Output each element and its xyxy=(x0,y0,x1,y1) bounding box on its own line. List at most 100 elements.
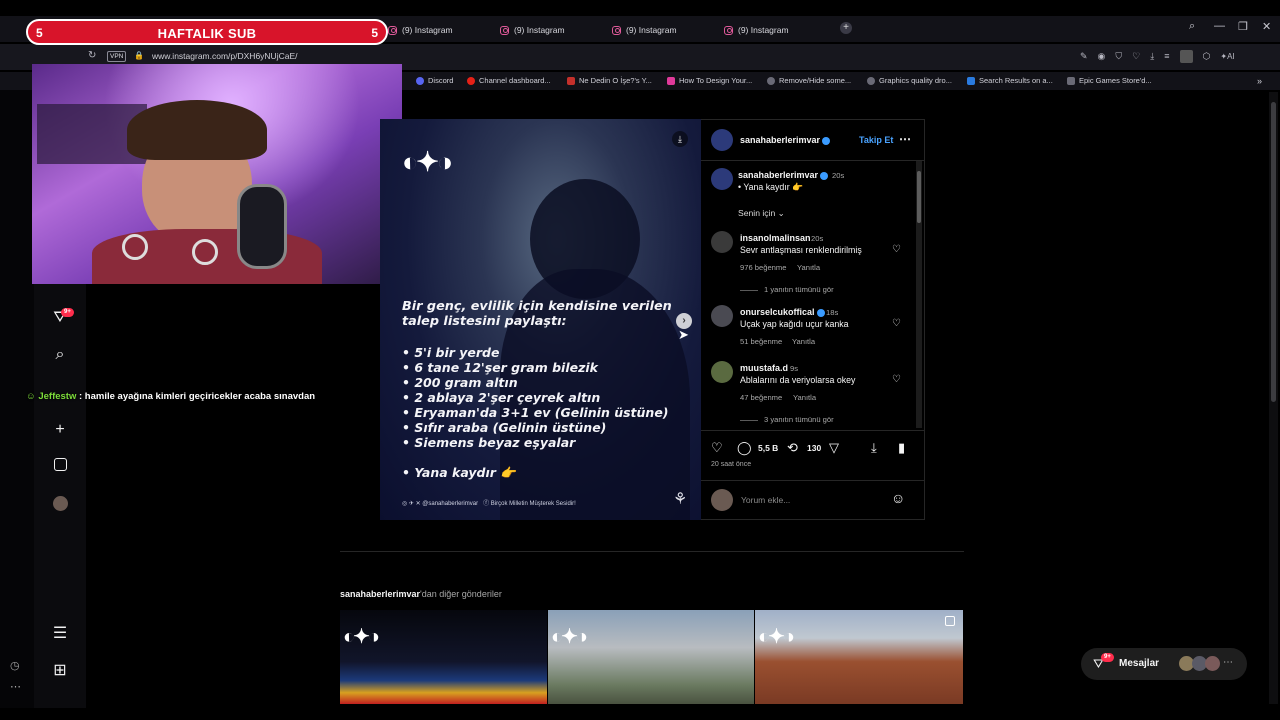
like-comment-icon[interactable]: ♡ xyxy=(892,374,901,385)
account-avatar[interactable] xyxy=(711,129,733,151)
reply-button[interactable]: Yanıtla xyxy=(793,393,816,402)
chevron-down-icon: ⌄ xyxy=(777,208,785,218)
shield-icon[interactable]: ⛉ xyxy=(1115,51,1122,62)
reload-icon[interactable]: ↻ xyxy=(88,50,96,61)
youtube-icon xyxy=(467,76,475,85)
download-icon[interactable]: ⤓ xyxy=(1150,51,1154,62)
more-options-icon[interactable]: ⋯ xyxy=(10,680,21,693)
comment-user[interactable]: insanolmalinsan xyxy=(740,233,811,243)
more-conversations-icon: ⋯ xyxy=(1223,657,1233,668)
bookmark-channel-dashboard[interactable]: Channel dashboard... xyxy=(467,76,551,85)
comment-icon[interactable]: ◯ xyxy=(737,440,752,456)
ai-button[interactable]: ✦AI xyxy=(1220,52,1234,61)
bookmarks-overflow-icon[interactable]: » xyxy=(1257,76,1262,86)
bookmark-ne-dedin[interactable]: Ne Dedin O İşe?'s Y... xyxy=(567,76,652,85)
tab-instagram-2[interactable]: (9) Instagram xyxy=(494,19,571,41)
vpn-badge[interactable]: VPN xyxy=(107,51,127,62)
tab-instagram-4[interactable]: (9) Instagram xyxy=(718,19,795,41)
reply-button[interactable]: Yanıtla xyxy=(797,263,820,272)
messages-badge: 9+ xyxy=(1101,653,1114,662)
view-replies[interactable]: 1 yanıtın tümünü gör xyxy=(740,285,834,294)
bookmark-remove-hide[interactable]: Remove/Hide some... xyxy=(767,76,851,85)
minimize-button[interactable]: — xyxy=(1214,20,1225,32)
comment-avatar[interactable] xyxy=(711,231,733,253)
headphones xyxy=(192,239,218,265)
repost-icon[interactable]: ⟲ xyxy=(787,440,798,456)
close-window-button[interactable]: ✕ xyxy=(1262,20,1271,33)
sub-goal-right: 5 xyxy=(371,26,378,40)
account-name[interactable]: sanahaberlerimvar xyxy=(740,135,831,145)
globe-icon xyxy=(867,76,875,85)
emoji-icon[interactable]: ☺ xyxy=(891,490,905,506)
heart-icon[interactable]: ♡ xyxy=(1132,51,1140,62)
view-replies[interactable]: 3 yanıtın tümünü gör xyxy=(740,415,834,424)
bookmark-graphics-quality[interactable]: Graphics quality dro... xyxy=(867,76,952,85)
caption-avatar[interactable] xyxy=(711,168,733,190)
history-icon[interactable]: ◷ xyxy=(10,659,20,672)
edit-icon[interactable]: ✎ xyxy=(1080,51,1088,62)
comment-count: 5,5 B xyxy=(758,443,779,453)
apps-icon[interactable]: ⊞ xyxy=(51,662,69,680)
emblem-icon: ⚘ xyxy=(673,491,688,508)
conversation-avatar xyxy=(1205,656,1220,671)
more-menu-icon[interactable]: ☰ xyxy=(51,625,69,643)
restore-button[interactable]: ❐ xyxy=(1238,20,1248,33)
microphone xyxy=(237,184,287,269)
news-logo: ◐✦◑ xyxy=(551,626,588,648)
like-comment-icon[interactable]: ♡ xyxy=(892,244,901,255)
post-thumbnail[interactable]: ◐✦◑ xyxy=(340,610,547,704)
toolbar-icons: ✎ ◉ ⛉ ♡ ⤓ ≡ ⬡ ✦AI xyxy=(1080,48,1270,64)
like-comment-icon[interactable]: ♡ xyxy=(892,318,901,329)
comment-likes[interactable]: 976 beğenme xyxy=(740,263,786,272)
news-logo: ◐✦◑ xyxy=(758,626,795,648)
search-tabs-icon[interactable]: ⌕ xyxy=(1189,20,1195,33)
bookmark-epic-games[interactable]: Epic Games Store'd... xyxy=(1067,76,1152,85)
profile-avatar[interactable] xyxy=(51,496,69,514)
sort-dropdown[interactable]: Senin için ⌄ xyxy=(738,208,785,219)
menu-icon[interactable]: ≡ xyxy=(1164,51,1169,61)
save-image-icon[interactable]: ⤓ xyxy=(672,131,688,147)
post-closing: • Yana kaydır 👉 xyxy=(402,465,516,480)
comment-likes[interactable]: 51 beğenme xyxy=(740,337,782,346)
url-field[interactable]: www.instagram.com/p/DXH6yNUjCaE/ xyxy=(152,51,297,61)
post-thumbnail[interactable]: ◐✦◑ xyxy=(755,610,963,704)
reply-button[interactable]: Yanıtla xyxy=(792,337,815,346)
messages-button[interactable]: ⛛ 9+ Mesajlar ⋯ xyxy=(1081,648,1247,680)
comment-input[interactable]: Yorum ekle... xyxy=(741,495,790,505)
share-icon[interactable]: ▽ xyxy=(829,440,839,456)
bookmark-how-to-design[interactable]: How To Design Your... xyxy=(667,76,752,85)
discord-icon xyxy=(416,76,424,85)
comment-avatar[interactable] xyxy=(711,361,733,383)
verified-icon xyxy=(820,171,829,180)
camera-icon[interactable]: ◉ xyxy=(1098,51,1106,62)
follow-button[interactable]: Takip Et xyxy=(859,135,893,145)
comment-avatar[interactable] xyxy=(711,305,733,327)
dashboard-icon[interactable] xyxy=(51,458,69,476)
comment-user[interactable]: muustafa.d xyxy=(740,363,788,373)
carousel-icon xyxy=(945,616,955,626)
comment-user[interactable]: onurselcukoffical xyxy=(740,307,825,317)
tab-instagram-3[interactable]: (9) Instagram xyxy=(606,19,683,41)
chat-username: Jeffestw xyxy=(38,391,77,402)
extension-icon[interactable]: ⬡ xyxy=(1203,51,1211,62)
comment-text: Ablalarını da veriyolarsa okey xyxy=(740,375,856,385)
profile-avatar[interactable] xyxy=(1179,49,1193,63)
comment-time: 9s xyxy=(790,364,799,373)
bookmark-search-results[interactable]: Search Results on a... xyxy=(967,76,1053,85)
caption-user[interactable]: sanahaberlerimvar xyxy=(738,170,829,180)
tab-instagram-1[interactable]: (9) Instagram xyxy=(382,19,459,41)
instagram-icon xyxy=(388,25,397,35)
download-icon[interactable]: ⤓ xyxy=(871,440,877,456)
like-icon[interactable]: ♡ xyxy=(711,440,723,456)
new-tab-button[interactable]: + xyxy=(840,22,852,34)
create-icon[interactable]: + xyxy=(51,421,69,439)
bookmark-icon[interactable]: ▮ xyxy=(898,440,905,456)
bookmark-discord[interactable]: Discord xyxy=(416,76,453,85)
page-scrollbar[interactable] xyxy=(1269,92,1278,704)
panel-divider xyxy=(701,430,925,431)
comment-likes[interactable]: 47 beğenme xyxy=(740,393,782,402)
more-options-icon[interactable]: ⋯ xyxy=(899,132,911,146)
search-icon[interactable]: ⌕ xyxy=(51,346,69,364)
comments-scrollbar[interactable] xyxy=(916,161,922,428)
post-thumbnail[interactable]: ◐✦◑ xyxy=(548,610,754,704)
